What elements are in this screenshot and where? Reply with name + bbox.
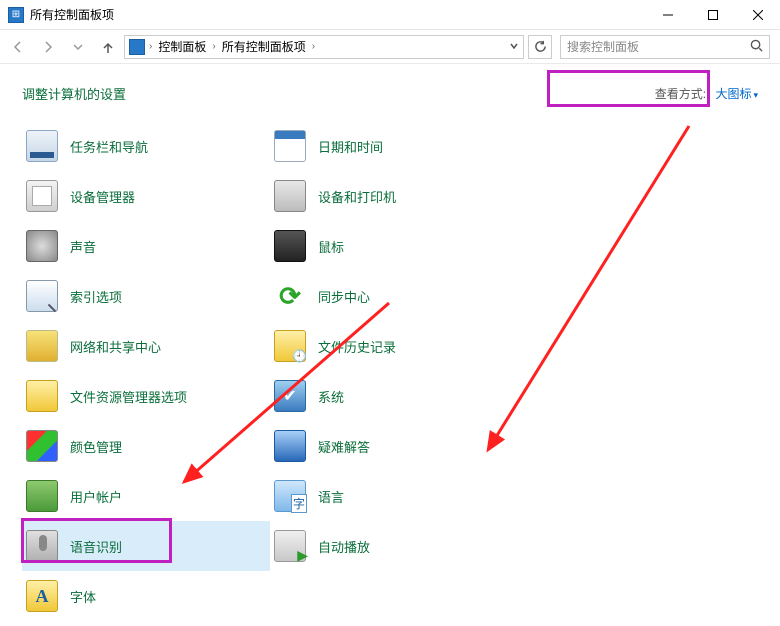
chevron-right-icon: › xyxy=(212,41,215,52)
cp-item-trouble[interactable]: 疑难解答 xyxy=(270,421,518,471)
cp-item-label: 语音识别 xyxy=(70,537,122,556)
cp-item-color[interactable]: 颜色管理 xyxy=(22,421,270,471)
date-icon xyxy=(274,130,306,162)
cp-item-sync[interactable]: 同步中心 xyxy=(270,271,518,321)
device-icon xyxy=(26,180,58,212)
close-button[interactable] xyxy=(735,0,780,30)
cp-item-label: 声音 xyxy=(70,237,96,256)
cp-item-autoplay[interactable]: 自动播放 xyxy=(270,521,518,571)
cp-item-label: 设备和打印机 xyxy=(318,187,396,206)
printer-icon xyxy=(274,180,306,212)
window-title: 所有控制面板项 xyxy=(30,6,645,23)
cp-item-label: 字体 xyxy=(70,587,96,606)
back-button[interactable] xyxy=(4,33,32,61)
speech-icon xyxy=(26,530,58,562)
view-link[interactable]: 大图标▾ xyxy=(715,87,758,101)
explorer-icon xyxy=(26,380,58,412)
network-icon xyxy=(26,330,58,362)
cp-item-date[interactable]: 日期和时间 xyxy=(270,121,518,171)
cp-item-label: 文件资源管理器选项 xyxy=(70,387,187,406)
items-column-right: 日期和时间设备和打印机鼠标同步中心文件历史记录系统疑难解答语言自动播放 xyxy=(270,121,518,621)
chevron-right-icon: › xyxy=(312,41,315,52)
items-column-left: 任务栏和导航设备管理器声音索引选项网络和共享中心文件资源管理器选项颜色管理用户帐… xyxy=(22,121,270,621)
chevron-right-icon: › xyxy=(149,41,152,52)
color-icon xyxy=(26,430,58,462)
cp-item-label: 颜色管理 xyxy=(70,437,122,456)
address-history-dropdown[interactable] xyxy=(509,40,519,54)
cp-item-label: 语言 xyxy=(318,487,344,506)
page-heading: 调整计算机的设置 xyxy=(22,84,126,103)
title-bar: ⊞ 所有控制面板项 xyxy=(0,0,780,30)
cp-item-label: 疑难解答 xyxy=(318,437,370,456)
refresh-button[interactable] xyxy=(528,35,552,59)
cp-item-system[interactable]: 系统 xyxy=(270,371,518,421)
content-header: 调整计算机的设置 查看方式: 大图标▾ xyxy=(0,64,780,113)
breadcrumb-2[interactable]: 所有控制面板项 xyxy=(220,38,308,55)
up-button[interactable] xyxy=(94,33,122,61)
cp-item-label: 鼠标 xyxy=(318,237,344,256)
cp-item-label: 设备管理器 xyxy=(70,187,135,206)
autoplay-icon xyxy=(274,530,306,562)
sync-icon xyxy=(274,280,306,312)
cp-item-printer[interactable]: 设备和打印机 xyxy=(270,171,518,221)
cp-item-mouse[interactable]: 鼠标 xyxy=(270,221,518,271)
search-input[interactable]: 搜索控制面板 xyxy=(560,35,770,59)
history-icon xyxy=(274,330,306,362)
cp-item-history[interactable]: 文件历史记录 xyxy=(270,321,518,371)
cp-item-sound[interactable]: 声音 xyxy=(22,221,270,271)
cp-item-label: 同步中心 xyxy=(318,287,370,306)
search-placeholder: 搜索控制面板 xyxy=(567,38,639,55)
cp-item-network[interactable]: 网络和共享中心 xyxy=(22,321,270,371)
cp-item-taskbar[interactable]: 任务栏和导航 xyxy=(22,121,270,171)
cp-item-device[interactable]: 设备管理器 xyxy=(22,171,270,221)
trouble-icon xyxy=(274,430,306,462)
nav-bar: › 控制面板 › 所有控制面板项 › 搜索控制面板 xyxy=(0,30,780,64)
user-icon xyxy=(26,480,58,512)
maximize-button[interactable] xyxy=(690,0,735,30)
address-bar[interactable]: › 控制面板 › 所有控制面板项 › xyxy=(124,35,524,59)
breadcrumb-1[interactable]: 控制面板 xyxy=(156,38,208,55)
taskbar-icon xyxy=(26,130,58,162)
minimize-button[interactable] xyxy=(645,0,690,30)
font-icon xyxy=(26,580,58,612)
cp-item-lang[interactable]: 语言 xyxy=(270,471,518,521)
cp-item-label: 用户帐户 xyxy=(70,487,122,506)
cp-item-label: 自动播放 xyxy=(318,537,370,556)
mouse-icon xyxy=(274,230,306,262)
items-grid: 任务栏和导航设备管理器声音索引选项网络和共享中心文件资源管理器选项颜色管理用户帐… xyxy=(0,113,780,621)
cp-item-index[interactable]: 索引选项 xyxy=(22,271,270,321)
view-label: 查看方式: xyxy=(655,87,706,101)
system-icon xyxy=(274,380,306,412)
cp-item-label: 日期和时间 xyxy=(318,137,383,156)
cp-item-label: 任务栏和导航 xyxy=(70,137,148,156)
cp-item-explorer[interactable]: 文件资源管理器选项 xyxy=(22,371,270,421)
lang-icon xyxy=(274,480,306,512)
control-panel-icon: ⊞ xyxy=(8,7,24,23)
cp-item-speech[interactable]: 语音识别 xyxy=(22,521,270,571)
view-selector[interactable]: 查看方式: 大图标▾ xyxy=(655,85,758,102)
cp-item-user[interactable]: 用户帐户 xyxy=(22,471,270,521)
window-controls xyxy=(645,0,780,30)
cp-item-font[interactable]: 字体 xyxy=(22,571,270,621)
control-panel-small-icon xyxy=(129,39,145,55)
chevron-down-icon: ▾ xyxy=(753,90,758,100)
cp-item-label: 索引选项 xyxy=(70,287,122,306)
cp-item-label: 系统 xyxy=(318,387,344,406)
search-icon xyxy=(750,39,763,55)
cp-item-label: 文件历史记录 xyxy=(318,337,396,356)
index-icon xyxy=(26,280,58,312)
forward-button[interactable] xyxy=(34,33,62,61)
cp-item-label: 网络和共享中心 xyxy=(70,337,161,356)
history-dropdown[interactable] xyxy=(64,33,92,61)
sound-icon xyxy=(26,230,58,262)
